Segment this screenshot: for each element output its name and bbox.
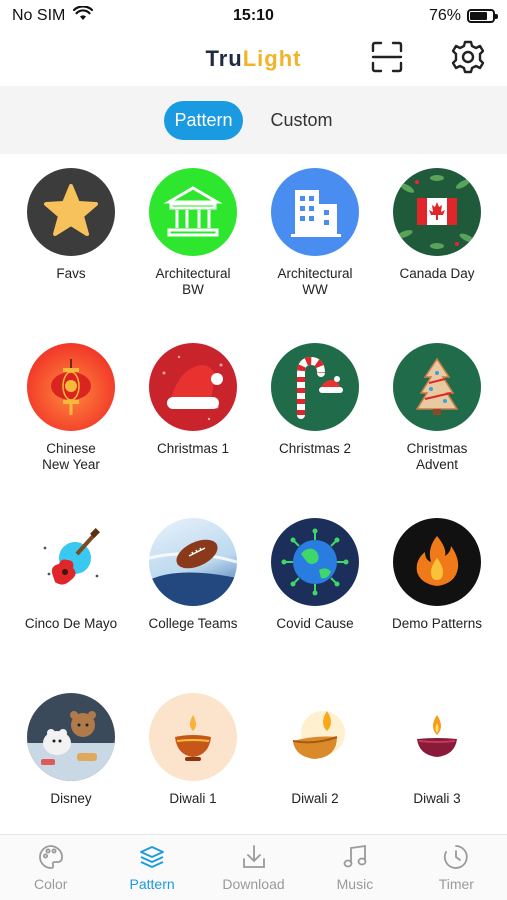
tab-music[interactable]: Music xyxy=(304,835,405,900)
music-note-icon xyxy=(341,843,369,871)
tab-download[interactable]: Download xyxy=(203,835,304,900)
diya-lamp-icon xyxy=(393,693,481,781)
status-left: No SIM xyxy=(12,5,94,26)
pattern-label: Chinese New Year xyxy=(42,441,100,472)
app-logo: TruLight xyxy=(206,46,302,72)
logo-part-light: Light xyxy=(242,46,302,71)
diya-lamp-icon xyxy=(149,693,237,781)
pattern-label: Christmas 2 xyxy=(278,441,351,456)
virus-globe-icon xyxy=(271,518,359,606)
pattern-label: Diwali 1 xyxy=(169,791,217,806)
guitar-icon xyxy=(27,518,115,606)
pattern-item-diwali-3[interactable]: Diwali 3 xyxy=(376,693,498,807)
pattern-label: Christmas Advent xyxy=(406,441,468,472)
pattern-item-diwali-1[interactable]: Diwali 1 xyxy=(132,693,254,807)
app-header: TruLight xyxy=(0,32,507,86)
pattern-label: Canada Day xyxy=(399,266,475,281)
settings-button[interactable] xyxy=(449,40,487,78)
pattern-item-demo-patterns[interactable]: Demo Patterns xyxy=(376,518,498,632)
logo-part-tru: Tru xyxy=(205,46,243,71)
gear-icon xyxy=(451,40,485,79)
pattern-label: Diwali 3 xyxy=(413,791,461,806)
download-icon xyxy=(240,843,268,871)
bottom-tab-bar: Color Pattern Download Music Timer xyxy=(0,834,507,900)
tab-label: Color xyxy=(33,876,68,892)
tab-label: Pattern xyxy=(129,876,175,892)
pattern-label: Demo Patterns xyxy=(391,616,483,631)
battery-level xyxy=(470,12,487,20)
battery-percent: 76% xyxy=(428,7,461,24)
palette-icon xyxy=(37,843,65,871)
candy-cane-icon xyxy=(271,343,359,431)
layers-icon xyxy=(138,843,166,871)
pattern-item-covid-cause[interactable]: Covid Cause xyxy=(254,518,376,632)
pattern-item-architectural-bw[interactable]: Architectural BW xyxy=(132,168,254,298)
pattern-item-christmas-2[interactable]: Christmas 2 xyxy=(254,343,376,457)
pattern-item-chinese-new-year[interactable]: Chinese New Year xyxy=(10,343,132,473)
pattern-item-christmas-advent[interactable]: Christmas Advent xyxy=(376,343,498,473)
football-icon xyxy=(149,518,237,606)
pattern-label: Christmas 1 xyxy=(156,441,229,456)
tab-label: Timer xyxy=(438,876,474,892)
pattern-label: Disney xyxy=(50,791,92,806)
status-right: 76% xyxy=(428,7,498,25)
tab-timer[interactable]: Timer xyxy=(406,835,507,900)
pattern-grid: Favs Architectural BW Architectural WW C… xyxy=(0,154,507,834)
tab-label: Music xyxy=(336,876,374,892)
lantern-icon xyxy=(27,343,115,431)
flame-icon xyxy=(393,518,481,606)
pattern-item-architectural-ww[interactable]: Architectural WW xyxy=(254,168,376,298)
pattern-label: Architectural WW xyxy=(277,266,353,297)
pattern-label: College Teams xyxy=(148,616,238,631)
pattern-label: Diwali 2 xyxy=(291,791,339,806)
pattern-label: Favs xyxy=(56,266,86,281)
carrier-text: No SIM xyxy=(12,7,66,24)
tab-label: Download xyxy=(222,876,285,892)
santa-hat-icon xyxy=(149,343,237,431)
scan-button[interactable] xyxy=(368,40,406,78)
tab-color[interactable]: Color xyxy=(0,835,101,900)
segment-custom[interactable]: Custom xyxy=(261,101,343,140)
pattern-item-diwali-2[interactable]: Diwali 2 xyxy=(254,693,376,807)
pattern-item-christmas-1[interactable]: Christmas 1 xyxy=(132,343,254,457)
pattern-label: Cinco De Mayo xyxy=(24,616,118,631)
star-icon xyxy=(27,168,115,256)
oil-lamp-icon xyxy=(271,693,359,781)
building-columns-icon xyxy=(149,168,237,256)
clock-icon xyxy=(442,843,470,871)
battery-icon xyxy=(467,9,498,23)
canada-flag-icon xyxy=(393,168,481,256)
pattern-label: Architectural BW xyxy=(155,266,231,297)
segment-pattern[interactable]: Pattern xyxy=(164,100,243,140)
cartoon-bears-icon xyxy=(27,693,115,781)
office-building-icon xyxy=(271,168,359,256)
status-bar: No SIM 15:10 76% xyxy=(0,0,507,32)
scan-icon xyxy=(370,40,404,79)
pattern-label: Covid Cause xyxy=(276,616,354,631)
tab-pattern[interactable]: Pattern xyxy=(101,835,202,900)
pattern-item-cinco-de-mayo[interactable]: Cinco De Mayo xyxy=(10,518,132,632)
pattern-item-canada-day[interactable]: Canada Day xyxy=(376,168,498,282)
pattern-item-favs[interactable]: Favs xyxy=(10,168,132,282)
pattern-item-college-teams[interactable]: College Teams xyxy=(132,518,254,632)
pattern-custom-switcher: Pattern Custom xyxy=(0,86,507,154)
pattern-item-disney[interactable]: Disney xyxy=(10,693,132,807)
wifi-icon xyxy=(73,5,94,26)
christmas-tree-icon xyxy=(393,343,481,431)
